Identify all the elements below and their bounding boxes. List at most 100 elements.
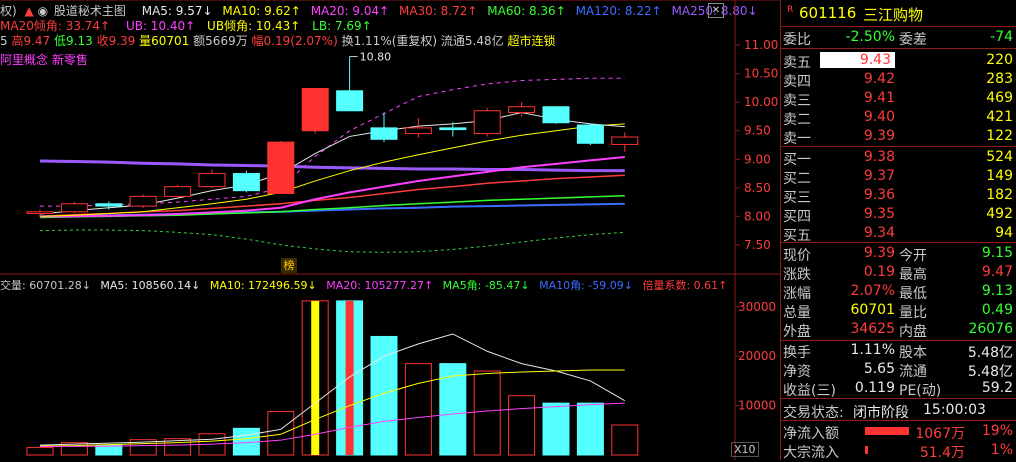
bid-label: 买四 bbox=[783, 209, 811, 225]
price-tick-label: 10.00 bbox=[744, 95, 778, 109]
ask-price: 9.42 bbox=[863, 71, 895, 87]
price-tick-label: 10.50 bbox=[744, 67, 778, 81]
price-tick-label: 9.50 bbox=[744, 124, 771, 138]
weibi-row: 委比 -2.50% 委差 -74 bbox=[781, 28, 1016, 48]
divider bbox=[781, 398, 1016, 399]
quote-panel: R 601116 三江购物 委比 -2.50% 委差 -74 卖五 9.43 220… bbox=[780, 0, 1016, 461]
bid-row[interactable]: 买五 9.34 94 bbox=[781, 224, 1016, 244]
quote-row[interactable]: 涨跌 0.19 最高 9.47 bbox=[781, 263, 1016, 283]
bid-row[interactable]: 买四 9.35 492 bbox=[781, 205, 1016, 225]
stock-name: 三江购物 bbox=[863, 6, 924, 24]
fund-value: 5.48亿 bbox=[967, 345, 1013, 361]
candle-body bbox=[26, 211, 54, 214]
stock-title-row: R 601116 三江购物 bbox=[781, 4, 1016, 24]
ask-label: 卖一 bbox=[783, 131, 811, 147]
vol-ma5-line bbox=[39, 333, 626, 446]
bid-label: 买二 bbox=[783, 171, 811, 187]
fund-value: 59.2 bbox=[981, 380, 1013, 396]
quote-label: 总量 bbox=[783, 305, 811, 321]
trade-time: 15:00:03 bbox=[923, 402, 986, 418]
quote-row[interactable]: 现价 9.39 今开 9.15 bbox=[781, 244, 1016, 264]
ask-row[interactable]: 卖一 9.39 122 bbox=[781, 127, 1016, 147]
vol-ratio-readout: 倍量系数: 0.61↑ bbox=[642, 279, 728, 292]
candle-body bbox=[198, 173, 226, 188]
fund-row[interactable]: 换手 1.11% 股本 5.48亿 bbox=[781, 341, 1016, 361]
fund-value: 5.48亿 bbox=[967, 364, 1013, 380]
quote-label: 涨幅 bbox=[783, 286, 811, 302]
volume-bar bbox=[611, 424, 639, 456]
vol-ma5-readout: MA5: 108560.14↓ bbox=[100, 279, 201, 292]
bid-volume: 149 bbox=[986, 168, 1013, 184]
divider bbox=[781, 242, 1016, 243]
fund-label: PE(动) bbox=[899, 383, 942, 399]
ask-label: 卖五 bbox=[783, 55, 811, 71]
candle-body bbox=[542, 106, 570, 124]
ask-row[interactable]: 卖三 9.41 469 bbox=[781, 89, 1016, 109]
volume-bar bbox=[473, 370, 501, 456]
weibi-value: -2.50% bbox=[845, 29, 895, 45]
fund-row[interactable]: 净资 5.65 流通 5.48亿 bbox=[781, 360, 1016, 380]
vol-ma10-readout: MA10: 172496.59↓ bbox=[209, 279, 317, 292]
vol-ma5-angle-readout: MA5角: -85.47↓ bbox=[442, 279, 530, 292]
candle-body bbox=[267, 141, 295, 195]
volume-bar bbox=[439, 363, 467, 456]
x10-label[interactable]: X10 bbox=[731, 442, 759, 457]
candle-body bbox=[611, 136, 639, 145]
quote-label: 最低 bbox=[899, 286, 927, 302]
divider bbox=[781, 26, 1016, 27]
bid-row[interactable]: 买二 9.37 149 bbox=[781, 167, 1016, 187]
fund-value: 5.65 bbox=[863, 361, 895, 377]
price-tick-label: 11.00 bbox=[744, 38, 778, 52]
candle-body bbox=[164, 186, 192, 197]
volume-bar bbox=[26, 447, 54, 456]
bid-price: 9.38 bbox=[863, 149, 895, 165]
price-chart[interactable]: 10.80 11.00 10.50 10.00 9.50 9.00 8.50 8.00 7.5… bbox=[0, 0, 780, 460]
bid-price: 9.34 bbox=[863, 225, 895, 241]
volume-header: 交量: 60701.28↓ MA5: 108560.14↓ MA10: 1724… bbox=[0, 277, 727, 293]
divider bbox=[781, 146, 1016, 147]
candle-body bbox=[370, 127, 398, 140]
quote-value: 34625 bbox=[850, 321, 895, 337]
candle-body bbox=[473, 110, 501, 135]
fund-label: 换手 bbox=[783, 345, 811, 361]
trade-state-row: 交易状态: 闭市阶段 15:00:03 bbox=[781, 401, 1016, 421]
volume-bar bbox=[267, 411, 295, 456]
ask-row[interactable]: 卖五 9.43 220 bbox=[781, 51, 1016, 71]
bid-row[interactable]: 买三 9.36 182 bbox=[781, 186, 1016, 206]
candle-body bbox=[439, 127, 467, 131]
stock-code: 601116 bbox=[799, 4, 857, 22]
block-flow-pct: 1% bbox=[990, 442, 1013, 458]
quote-value: 9.13 bbox=[981, 283, 1013, 299]
ask-row[interactable]: 卖四 9.42 283 bbox=[781, 70, 1016, 90]
quote-row[interactable]: 涨幅 2.07% 最低 9.13 bbox=[781, 282, 1016, 302]
volume-bar bbox=[404, 363, 432, 456]
fund-label: 股本 bbox=[899, 345, 927, 361]
ask-price: 9.43 bbox=[819, 52, 895, 68]
ask-label: 卖二 bbox=[783, 112, 811, 128]
bang-marker[interactable]: 榜 bbox=[281, 258, 297, 273]
netflow-value: 1067万 bbox=[915, 426, 965, 442]
volume-tick-label: 10000 bbox=[738, 399, 776, 413]
fund-row[interactable]: 收益(三) 0.119 PE(动) 59.2 bbox=[781, 379, 1016, 399]
candle-body bbox=[232, 173, 260, 192]
quote-row[interactable]: 外盘 34625 内盘 26076 bbox=[781, 320, 1016, 340]
trade-state-label: 交易状态: bbox=[783, 405, 844, 421]
bid-row[interactable]: 买一 9.38 524 bbox=[781, 148, 1016, 168]
ask-row[interactable]: 卖二 9.40 421 bbox=[781, 108, 1016, 128]
ask-label: 卖三 bbox=[783, 93, 811, 109]
quote-row[interactable]: 总量 60701 量比 0.49 bbox=[781, 301, 1016, 321]
fund-value: 1.11% bbox=[850, 342, 895, 358]
netflow-bar bbox=[865, 427, 909, 435]
price-tick-label: 8.50 bbox=[744, 181, 771, 195]
ask-volume: 469 bbox=[986, 90, 1013, 106]
vol-ma20-line bbox=[39, 402, 625, 448]
quote-label: 涨跌 bbox=[783, 267, 811, 283]
block-flow-value: 51.4万 bbox=[919, 445, 965, 461]
ma20-line bbox=[40, 155, 625, 218]
weicha-label: 委差 bbox=[899, 32, 927, 48]
vol-readout: 交量: 60701.28↓ bbox=[0, 279, 91, 292]
bid-volume: 524 bbox=[986, 149, 1013, 165]
fund-label: 收益(三) bbox=[783, 383, 836, 399]
chart-area[interactable]: 权) ▲ ◉ 股道秘术主图 MA5: 9.57↓ MA10: 9.62↑ MA2… bbox=[0, 0, 780, 460]
volume-tick-label: 30000 bbox=[738, 300, 776, 314]
